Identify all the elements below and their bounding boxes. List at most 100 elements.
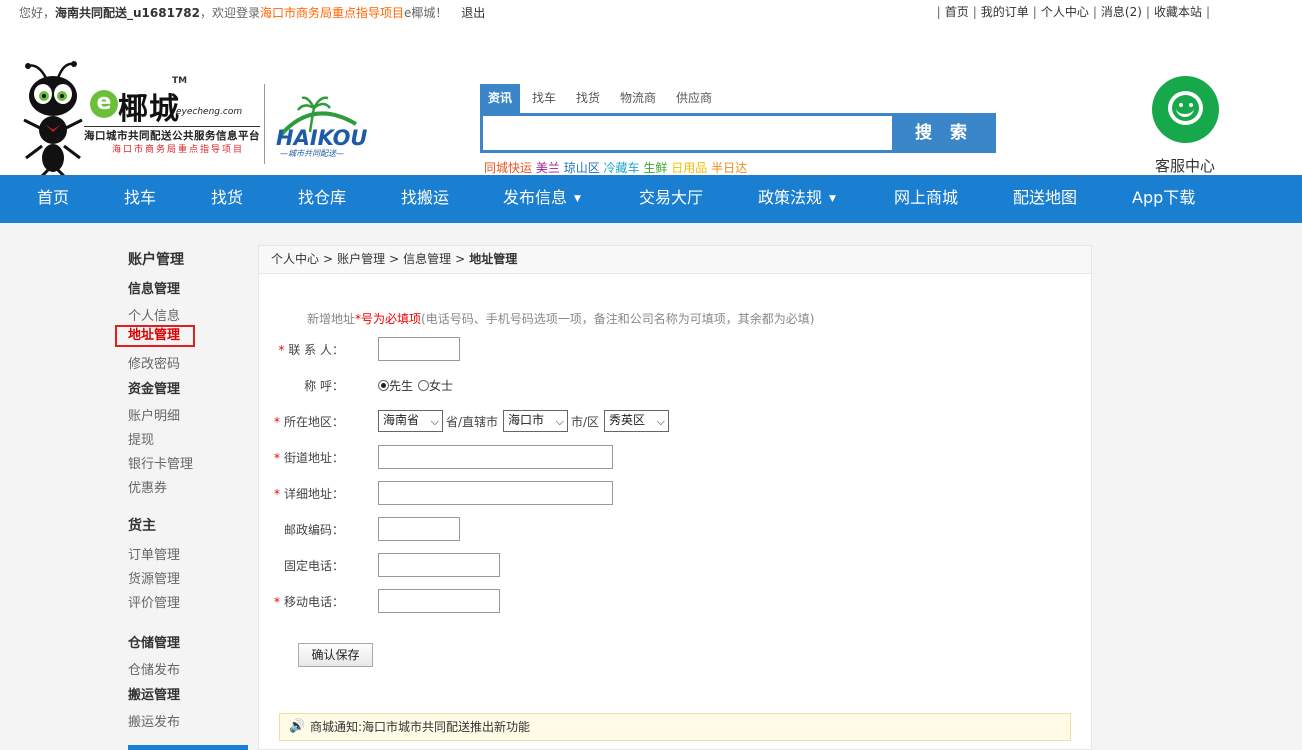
search-tabs: 资讯 找车 找货 物流商 供应商: [480, 84, 996, 113]
sidebar-heading-funds: 资金管理: [128, 382, 181, 397]
street-input[interactable]: [378, 445, 613, 469]
district-value: 秀英区: [609, 413, 646, 427]
sidebar-item-address[interactable]: 地址管理: [115, 325, 195, 347]
breadcrumb-user-center[interactable]: 个人中心: [271, 252, 319, 266]
row-region: * 所在地区： 海南省 ⌵ 省/直辖市 海口市 ⌵ 市/区 秀英区 ⌵: [259, 409, 1059, 433]
top-link-user-center[interactable]: 个人中心: [1041, 5, 1089, 19]
city-select[interactable]: 海口市 ⌵: [503, 410, 568, 432]
contact-input[interactable]: [378, 337, 460, 361]
sidebar-heading-info: 信息管理: [128, 282, 181, 297]
breadcrumb-current: 地址管理: [469, 252, 518, 266]
nav-find-moving[interactable]: 找搬运: [401, 175, 449, 223]
phone-input[interactable]: [378, 553, 500, 577]
nav-policy[interactable]: 政策法规 ▼: [758, 175, 836, 223]
sidebar: 账户管理 信息管理 个人信息 地址管理 修改密码 资金管理 账户明细 提现 银行…: [110, 243, 248, 750]
logout-link[interactable]: 退出: [461, 6, 485, 20]
caret-down-icon: ▼: [574, 194, 581, 204]
sidebar-item-account-detail[interactable]: 账户明细: [128, 405, 180, 424]
hot-keyword[interactable]: 美兰: [536, 161, 560, 175]
top-link-home[interactable]: 首页: [945, 5, 969, 19]
search-tab-supplier[interactable]: 供应商: [668, 84, 720, 113]
address-panel: 个人中心 > 账户管理 > 信息管理 > 地址管理 新增地址*号为必填项(电话号码、手机号码…: [258, 245, 1092, 750]
nav-app-download[interactable]: App下载: [1132, 175, 1195, 223]
search-input[interactable]: [483, 116, 892, 150]
nav-find-vehicle[interactable]: 找车: [124, 175, 156, 223]
row-street: * 街道地址：: [259, 445, 1059, 469]
street-label: 街道地址：: [283, 451, 344, 465]
haikou-logo: HAIKOU —城市共同配送—: [272, 88, 367, 164]
main-nav: 首页 找车 找货 找仓库 找搬运 发布信息 ▼ 交易大厅 政策法规 ▼ 网上商城 配…: [0, 175, 1302, 223]
sidebar-item-withdraw[interactable]: 提现: [128, 429, 154, 448]
search-tab-logistics[interactable]: 物流商: [612, 84, 664, 113]
contact-label: 联 系 人：: [288, 343, 344, 357]
sidebar-item-goods-source[interactable]: 货源管理: [128, 568, 180, 587]
top-link-bookmark[interactable]: 收藏本站: [1154, 5, 1202, 19]
nav-delivery-map[interactable]: 配送地图: [1013, 175, 1077, 223]
sidebar-title: 账户管理: [128, 252, 184, 268]
nav-find-warehouse[interactable]: 找仓库: [298, 175, 346, 223]
sidebar-heading-warehouse: 仓储管理: [128, 636, 181, 651]
top-link-orders[interactable]: 我的订单: [981, 5, 1029, 19]
mall-notice[interactable]: 🔊 商城通知:海口市城市共同配送推出新功能: [279, 713, 1071, 741]
nav-find-goods[interactable]: 找货: [211, 175, 243, 223]
form-note: 新增地址*号为必填项(电话号码、手机号码选项一项，备注和公司名称为可填项，其余都…: [307, 310, 814, 327]
nav-home[interactable]: 首页: [37, 175, 69, 223]
sidebar-item-coupon[interactable]: 优惠券: [128, 477, 167, 496]
sidebar-item-orders[interactable]: 订单管理: [128, 544, 180, 563]
haikou-word: HAIKOU: [276, 126, 368, 150]
sidebar-item-bank-card[interactable]: 银行卡管理: [128, 453, 193, 472]
hot-keyword[interactable]: 冷藏车: [604, 161, 640, 175]
mobile-input[interactable]: [378, 589, 500, 613]
radio-ms[interactable]: 女士: [418, 377, 453, 394]
top-bar: 您好，海南共同配送_u1681782，欢迎登录海口市商务局重点指导项目e椰城！ …: [0, 0, 1302, 22]
sidebar-item-personal-info[interactable]: 个人信息: [128, 305, 180, 324]
radio-ms-label: 女士: [429, 379, 454, 393]
row-mobile: * 移动电话：: [259, 589, 1059, 613]
title-label: 称 呼：: [304, 379, 344, 393]
city-suffix: 市/区: [571, 415, 600, 429]
hot-keyword[interactable]: 日用品: [671, 161, 707, 175]
nav-publish[interactable]: 发布信息 ▼: [503, 175, 581, 223]
top-links: | 首页 | 我的订单 | 个人中心 | 消息(2) | 收藏本站 |: [936, 5, 1210, 19]
hot-keyword[interactable]: 生鲜: [643, 161, 667, 175]
sidebar-item-warehouse-publish[interactable]: 仓储发布: [128, 659, 180, 678]
postcode-input[interactable]: [378, 517, 460, 541]
save-button[interactable]: 确认保存: [298, 643, 373, 667]
search-tab-news[interactable]: 资讯: [480, 84, 521, 113]
logo-red-note: 海口市商务局重点指导项目: [112, 145, 245, 155]
top-link-messages[interactable]: 消息(2): [1101, 5, 1142, 19]
sidebar-heading-moving: 搬运管理: [128, 688, 181, 703]
header: e 椰城 TM eyecheng.com 海口城市共同配送公共服务信息平台 海口…: [0, 22, 1302, 176]
logo-subtitle: 海口城市共同配送公共服务信息平台: [84, 126, 260, 143]
sidebar-item-password[interactable]: 修改密码: [128, 353, 180, 372]
row-postcode: 邮政编码：: [259, 517, 1059, 541]
province-suffix: 省/直辖市: [446, 415, 499, 429]
logo-name: 椰城: [118, 92, 180, 127]
sidebar-item-moving-publish[interactable]: 搬运发布: [128, 711, 180, 730]
radio-dot[interactable]: [418, 380, 429, 391]
nav-trading-hall[interactable]: 交易大厅: [639, 175, 703, 223]
postcode-label: 邮政编码：: [283, 523, 344, 537]
breadcrumb-info[interactable]: 信息管理: [403, 252, 451, 266]
sidebar-heading-shipper: 货主: [128, 518, 156, 534]
greeting-prefix: 您好，: [19, 6, 56, 20]
breadcrumb-account[interactable]: 账户管理: [337, 252, 385, 266]
radio-mr[interactable]: 先生: [378, 377, 413, 394]
province-select[interactable]: 海南省 ⌵: [378, 410, 443, 432]
hot-keyword[interactable]: 琼山区: [564, 161, 600, 175]
search-tab-goods[interactable]: 找货: [568, 84, 608, 113]
chevron-down-icon: ⌵: [555, 415, 564, 428]
project-highlight: 海口市商务局重点指导项目: [260, 6, 405, 20]
speaker-icon: 🔊: [289, 719, 306, 734]
search-button[interactable]: 搜 索: [892, 113, 996, 153]
sidebar-item-reviews[interactable]: 评价管理: [128, 592, 180, 611]
detail-address-input[interactable]: [378, 481, 613, 505]
phone-label: 固定电话：: [283, 559, 344, 573]
hot-keyword[interactable]: 半日达: [711, 161, 747, 175]
hot-keyword[interactable]: 同城快运: [484, 161, 532, 175]
radio-dot-selected[interactable]: [378, 380, 389, 391]
search-tab-vehicle[interactable]: 找车: [524, 84, 564, 113]
district-select[interactable]: 秀英区 ⌵: [604, 410, 669, 432]
nav-online-mall[interactable]: 网上商城: [894, 175, 958, 223]
customer-service[interactable]: 客服中心: [1150, 76, 1220, 176]
